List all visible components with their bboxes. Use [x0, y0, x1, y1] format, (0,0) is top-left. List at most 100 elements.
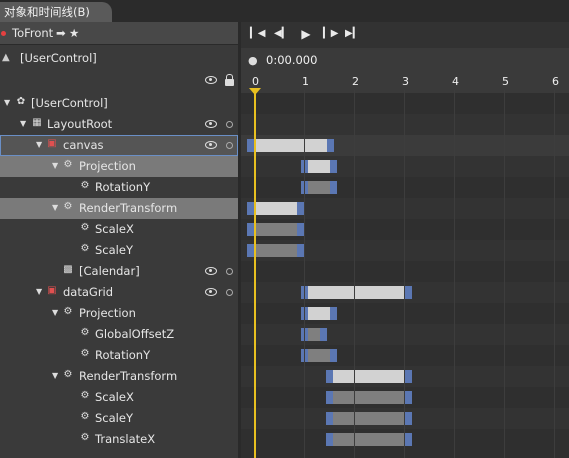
timecode[interactable]: 0:00.000 [266, 53, 317, 67]
timeline-track[interactable] [241, 366, 569, 387]
storyboard-bar[interactable]: ToFront ➡ ★ [0, 22, 238, 45]
go-to-last-frame-icon[interactable]: ▶▎ [345, 26, 360, 42]
expand-arrow-icon[interactable]: ▼ [52, 161, 58, 170]
gear-icon: ⚙ [80, 348, 90, 359]
timeline-track[interactable] [241, 282, 569, 303]
tree-row-globaloffsetz[interactable]: ⚙ GlobalOffsetZ [0, 324, 238, 345]
tree-row-datagrid[interactable]: ▼ ▣ dataGrid [0, 282, 238, 303]
previous-frame-icon[interactable]: ◀▎ [274, 26, 289, 42]
visibility-icon[interactable] [205, 267, 217, 275]
keyframe-marker[interactable] [330, 307, 337, 320]
storyboard-name[interactable]: ToFront [12, 22, 53, 44]
timeline-track[interactable] [241, 408, 569, 429]
keyframe-marker[interactable] [405, 433, 412, 446]
keyframe-span[interactable] [301, 349, 337, 362]
lock-toggle-icon[interactable] [226, 142, 233, 149]
keyframe-marker[interactable] [405, 286, 412, 299]
scope-up-icon[interactable]: ▲ [2, 52, 10, 63]
objects-timeline-tab[interactable]: 对象和时间线(B) [0, 2, 112, 22]
tree-row-canvas[interactable]: ▼ ▣ canvas [0, 135, 238, 156]
lock-toggle-icon[interactable] [226, 268, 233, 275]
expand-arrow-icon[interactable]: ▼ [52, 371, 58, 380]
lock-header-icon[interactable] [225, 74, 234, 86]
timeline-track[interactable] [241, 240, 569, 261]
tree-row-rendertransform[interactable]: ▼ ⚙ RenderTransform [0, 198, 238, 219]
timeline-ruler[interactable]: 0 1 2 3 4 5 6 [241, 70, 569, 90]
visibility-icon[interactable] [205, 288, 217, 296]
keyframe-span[interactable] [326, 412, 412, 425]
keyframe-marker[interactable] [330, 181, 337, 194]
timeline-track[interactable] [241, 114, 569, 135]
expand-arrow-icon[interactable]: ▼ [20, 119, 26, 128]
keyframe-span[interactable] [326, 391, 412, 404]
keyframe-marker[interactable] [297, 202, 304, 215]
keyframe-span[interactable] [301, 307, 337, 320]
tree-row-rendertransform[interactable]: ▼ ⚙ RenderTransform [0, 366, 238, 387]
keyframe-span[interactable] [301, 181, 337, 194]
keyframe-marker[interactable] [405, 370, 412, 383]
timeline-track[interactable] [241, 219, 569, 240]
timeline-track[interactable] [241, 387, 569, 408]
keyframe-marker[interactable] [320, 328, 327, 341]
expand-arrow-icon[interactable]: ▼ [4, 98, 10, 107]
tree-row-translatex[interactable]: ⚙ TranslateX [0, 429, 238, 450]
keyframe-marker[interactable] [247, 244, 254, 257]
keyframe-marker[interactable] [297, 223, 304, 236]
expand-arrow-icon[interactable]: ▼ [52, 308, 58, 317]
timeline-track[interactable] [241, 324, 569, 345]
tree-row-scalex[interactable]: ⚙ ScaleX [0, 387, 238, 408]
timecode-add-icon[interactable]: ● [248, 54, 258, 67]
timeline-track[interactable] [241, 135, 569, 156]
keyframe-marker[interactable] [297, 244, 304, 257]
tree-row-calendar[interactable]: ▩ [Calendar] [0, 261, 238, 282]
go-to-first-frame-icon[interactable]: ▎◀ [250, 26, 265, 42]
keyframe-marker[interactable] [326, 433, 333, 446]
timeline-track[interactable] [241, 345, 569, 366]
timeline-track[interactable] [241, 156, 569, 177]
expand-arrow-icon[interactable]: ▼ [36, 140, 42, 149]
timeline-track[interactable] [241, 261, 569, 282]
keyframe-marker[interactable] [330, 349, 337, 362]
play-icon[interactable]: ▶ [299, 26, 313, 42]
tree-row-scaley[interactable]: ⚙ ScaleY [0, 408, 238, 429]
tree-row-scalex[interactable]: ⚙ ScaleX [0, 219, 238, 240]
next-frame-icon[interactable]: ▎▶ [323, 26, 338, 42]
visibility-header-icon[interactable] [205, 76, 217, 84]
playhead[interactable] [254, 90, 256, 458]
timeline-track[interactable] [241, 303, 569, 324]
keyframe-marker[interactable] [326, 370, 333, 383]
timeline-track[interactable] [241, 429, 569, 450]
timeline-track[interactable] [241, 177, 569, 198]
expand-arrow-icon[interactable]: ▼ [36, 287, 42, 296]
lock-toggle-icon[interactable] [226, 121, 233, 128]
scope-row[interactable]: ▲ [UserControl] [0, 48, 238, 70]
tree-row-scaley[interactable]: ⚙ ScaleY [0, 240, 238, 261]
keyframe-marker[interactable] [405, 391, 412, 404]
visibility-icon[interactable] [205, 120, 217, 128]
keyframe-span[interactable] [301, 286, 412, 299]
expand-arrow-icon[interactable]: ▼ [52, 203, 58, 212]
keyframe-span[interactable] [326, 433, 412, 446]
tree-row-rotationy[interactable]: ⚙ RotationY [0, 177, 238, 198]
tree-row-layoutroot[interactable]: ▼ ▦ LayoutRoot [0, 114, 238, 135]
keyframe-span[interactable] [326, 370, 412, 383]
tree-row-projection[interactable]: ▼ ⚙ Projection [0, 156, 238, 177]
visibility-icon[interactable] [205, 141, 217, 149]
keyframe-marker[interactable] [247, 139, 254, 152]
tree-row-usercontrol[interactable]: ▼ ✿ [UserControl] [0, 93, 238, 114]
keyframe-marker[interactable] [405, 412, 412, 425]
keyframe-marker[interactable] [247, 223, 254, 236]
timeline-area[interactable] [241, 93, 569, 458]
tree-row-projection[interactable]: ▼ ⚙ Projection [0, 303, 238, 324]
timeline-track[interactable] [241, 93, 569, 114]
keyframe-span[interactable] [247, 139, 334, 152]
tree-row-rotationy[interactable]: ⚙ RotationY [0, 345, 238, 366]
keyframe-marker[interactable] [326, 412, 333, 425]
keyframe-marker[interactable] [326, 391, 333, 404]
keyframe-marker[interactable] [247, 202, 254, 215]
keyframe-marker[interactable] [330, 160, 337, 173]
lock-toggle-icon[interactable] [226, 289, 233, 296]
keyframe-span[interactable] [301, 160, 337, 173]
timeline-track[interactable] [241, 198, 569, 219]
keyframe-marker[interactable] [327, 139, 334, 152]
